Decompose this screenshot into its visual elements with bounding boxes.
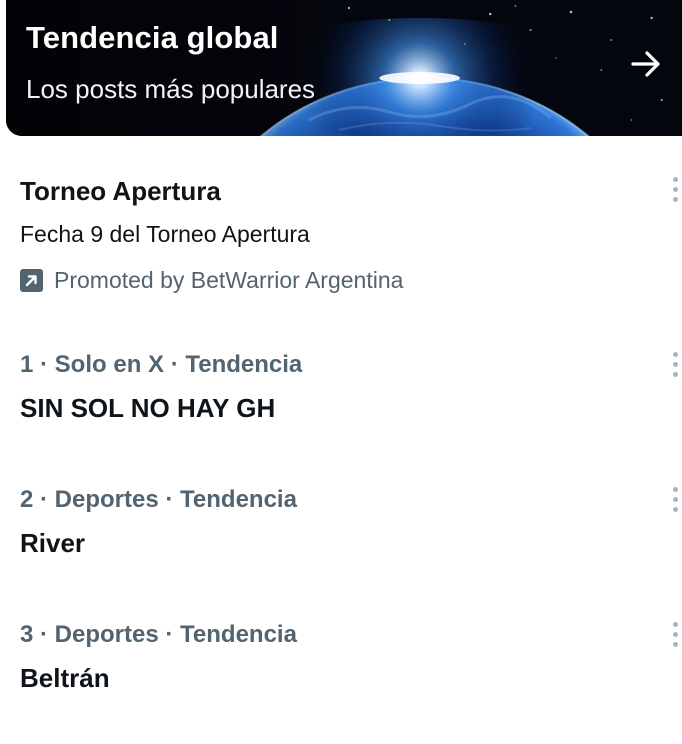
promoted-trend-description: Fecha 9 del Torneo Apertura xyxy=(20,221,310,247)
trend-context: 2 · Deportes · Tendencia xyxy=(20,486,297,513)
trend-name: River xyxy=(20,528,86,558)
trend-item[interactable]: 2 · Deportes · Tendencia River xyxy=(0,470,682,590)
banner-title: Tendencia global xyxy=(26,20,279,55)
more-options-icon[interactable] xyxy=(664,621,682,651)
explore-trends-page: Tendencia global Los posts más populares… xyxy=(0,0,682,744)
trend-context: 3 · Deportes · Tendencia xyxy=(20,621,297,648)
trend-name: SIN SOL NO HAY GH xyxy=(20,393,276,423)
global-trends-banner[interactable]: Tendencia global Los posts más populares xyxy=(6,0,682,136)
banner-subtitle: Los posts más populares xyxy=(26,74,316,104)
more-options-icon[interactable] xyxy=(664,486,682,516)
more-options-icon[interactable] xyxy=(664,351,682,381)
trend-item[interactable]: 1 · Solo en X · Tendencia SIN SOL NO HAY… xyxy=(0,335,682,455)
arrow-right-icon[interactable] xyxy=(628,46,664,82)
promoted-trend-title: Torneo Apertura xyxy=(20,176,221,206)
promoted-icon xyxy=(20,268,43,292)
trend-name: Beltrán xyxy=(20,663,110,693)
more-options-icon[interactable] xyxy=(664,176,682,206)
promoted-text: Promoted by BetWarrior Argentina xyxy=(54,266,404,293)
promoted-label: Promoted by BetWarrior Argentina xyxy=(20,266,403,294)
promoted-trend[interactable]: Torneo Apertura Fecha 9 del Torneo Apert… xyxy=(0,160,682,310)
trend-context: 1 · Solo en X · Tendencia xyxy=(20,351,303,378)
trend-item[interactable]: 3 · Deportes · Tendencia Beltrán xyxy=(0,605,682,725)
